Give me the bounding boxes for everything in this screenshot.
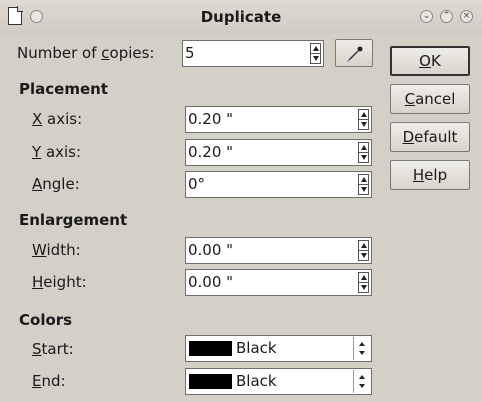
placement-heading: Placement: [19, 80, 108, 98]
width-field[interactable]: 0.00 ": [185, 237, 372, 264]
width-label: Width:: [32, 241, 81, 259]
angle-field[interactable]: 0°: [185, 171, 372, 198]
pipette-icon: [347, 46, 363, 62]
copies-value: 5: [185, 44, 195, 62]
x-axis-field[interactable]: 0.20 ": [185, 106, 372, 133]
start-color-dropdown-icon[interactable]: [353, 337, 370, 360]
copies-label: Number of copies:: [17, 44, 155, 62]
y-axis-spinner[interactable]: [358, 142, 369, 163]
end-color-dropdown-icon[interactable]: [353, 370, 370, 393]
height-label: Height:: [32, 273, 87, 291]
start-color-swatch: [189, 341, 232, 356]
x-axis-value: 0.20 ": [188, 110, 234, 128]
ok-button[interactable]: OK: [390, 46, 470, 76]
end-color-value: Black: [236, 372, 277, 390]
cancel-button[interactable]: Cancel: [390, 84, 470, 114]
height-spinner[interactable]: [358, 272, 369, 293]
copies-spinner[interactable]: [310, 43, 321, 64]
width-spinner[interactable]: [358, 240, 369, 261]
pipette-button[interactable]: [335, 39, 373, 67]
y-axis-value: 0.20 ": [188, 143, 234, 161]
y-axis-label: Y axis:: [32, 143, 82, 161]
x-axis-spinner[interactable]: [358, 109, 369, 130]
colors-heading: Colors: [19, 311, 73, 329]
enlargement-heading: Enlargement: [19, 211, 128, 229]
width-value: 0.00 ": [188, 241, 234, 259]
help-button[interactable]: Help: [390, 160, 470, 190]
start-color-select[interactable]: Black: [185, 335, 372, 362]
x-axis-label: X axis:: [32, 110, 83, 128]
default-button[interactable]: Default: [390, 122, 470, 152]
end-color-swatch: [189, 374, 232, 389]
end-color-label: End:: [32, 372, 66, 390]
maximize-icon[interactable]: ⌃: [440, 10, 453, 23]
close-icon[interactable]: ×: [460, 10, 473, 23]
start-color-label: Start:: [32, 340, 74, 358]
copies-field[interactable]: 5: [182, 40, 324, 67]
minimize-icon[interactable]: ⌄: [420, 10, 433, 23]
angle-value: 0°: [188, 175, 206, 193]
start-color-value: Black: [236, 339, 277, 357]
end-color-select[interactable]: Black: [185, 368, 372, 395]
angle-spinner[interactable]: [358, 174, 369, 195]
window-title: Duplicate: [200, 8, 282, 26]
title-bar: Duplicate ⌄ ⌃ ×: [0, 0, 482, 34]
height-value: 0.00 ": [188, 273, 234, 291]
height-field[interactable]: 0.00 ": [185, 269, 372, 296]
y-axis-field[interactable]: 0.20 ": [185, 139, 372, 166]
angle-label: Angle:: [32, 175, 80, 193]
